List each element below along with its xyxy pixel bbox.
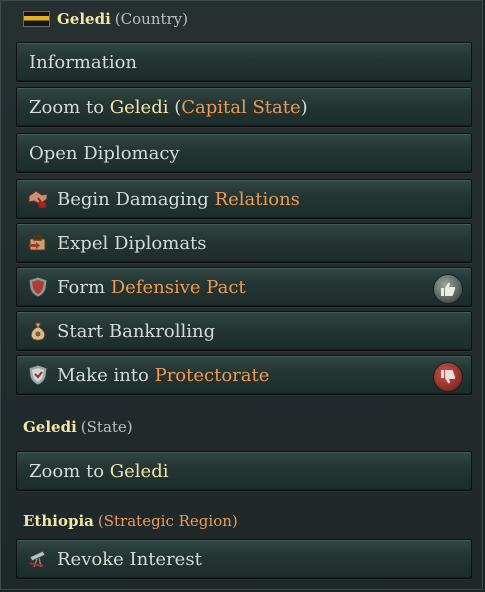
country-flag-icon bbox=[23, 11, 50, 27]
damage-relations-icon bbox=[25, 186, 51, 212]
state-header: Geledi (State) bbox=[23, 418, 133, 436]
bankrolling-button[interactable]: Start Bankrolling bbox=[16, 311, 472, 351]
information-label: Information bbox=[29, 51, 138, 73]
region-qualifier: (Strategic Region) bbox=[97, 512, 238, 530]
revoke-interest-label: Revoke Interest bbox=[57, 548, 202, 570]
protectorate-shield-icon bbox=[25, 362, 51, 388]
state-name: Geledi bbox=[23, 418, 77, 436]
zoom-to-capital-label: Zoom to Geledi (Capital State) bbox=[29, 96, 308, 118]
state-qualifier: (State) bbox=[80, 418, 133, 436]
damage-relations-button[interactable]: Begin Damaging Relations bbox=[16, 179, 472, 219]
open-diplomacy-label: Open Diplomacy bbox=[29, 142, 180, 164]
zoom-to-state-button[interactable]: Zoom to Geledi bbox=[16, 451, 472, 491]
telescope-icon bbox=[25, 546, 51, 572]
shield-icon bbox=[25, 274, 51, 300]
zoom-to-capital-button[interactable]: Zoom to Geledi (Capital State) bbox=[16, 87, 472, 127]
defensive-pact-button[interactable]: Form Defensive Pact bbox=[16, 267, 472, 307]
expel-diplomats-label: Expel Diplomats bbox=[57, 232, 207, 254]
thumbs-down-icon bbox=[433, 362, 463, 392]
expel-diplomats-icon bbox=[25, 230, 51, 256]
money-bag-icon bbox=[25, 318, 51, 344]
country-qualifier: (Country) bbox=[114, 10, 189, 28]
open-diplomacy-button[interactable]: Open Diplomacy bbox=[16, 133, 472, 173]
region-name: Ethiopia bbox=[23, 512, 94, 530]
region-header: Ethiopia (Strategic Region) bbox=[23, 512, 238, 530]
country-header: Geledi (Country) bbox=[23, 10, 188, 28]
protectorate-button[interactable]: Make into Protectorate bbox=[16, 355, 472, 395]
information-button[interactable]: Information bbox=[16, 42, 472, 82]
defensive-pact-label: Form Defensive Pact bbox=[57, 276, 246, 298]
zoom-to-state-label: Zoom to Geledi bbox=[29, 460, 169, 482]
country-name: Geledi bbox=[57, 10, 111, 28]
revoke-interest-button[interactable]: Revoke Interest bbox=[16, 539, 472, 579]
damage-relations-label: Begin Damaging Relations bbox=[57, 188, 300, 210]
bankrolling-label: Start Bankrolling bbox=[57, 320, 216, 342]
expel-diplomats-button[interactable]: Expel Diplomats bbox=[16, 223, 472, 263]
context-menu-panel: Geledi (Country) Information Zoom to Gel… bbox=[0, 0, 483, 590]
protectorate-label: Make into Protectorate bbox=[57, 364, 270, 386]
thumbs-up-icon bbox=[433, 274, 463, 304]
